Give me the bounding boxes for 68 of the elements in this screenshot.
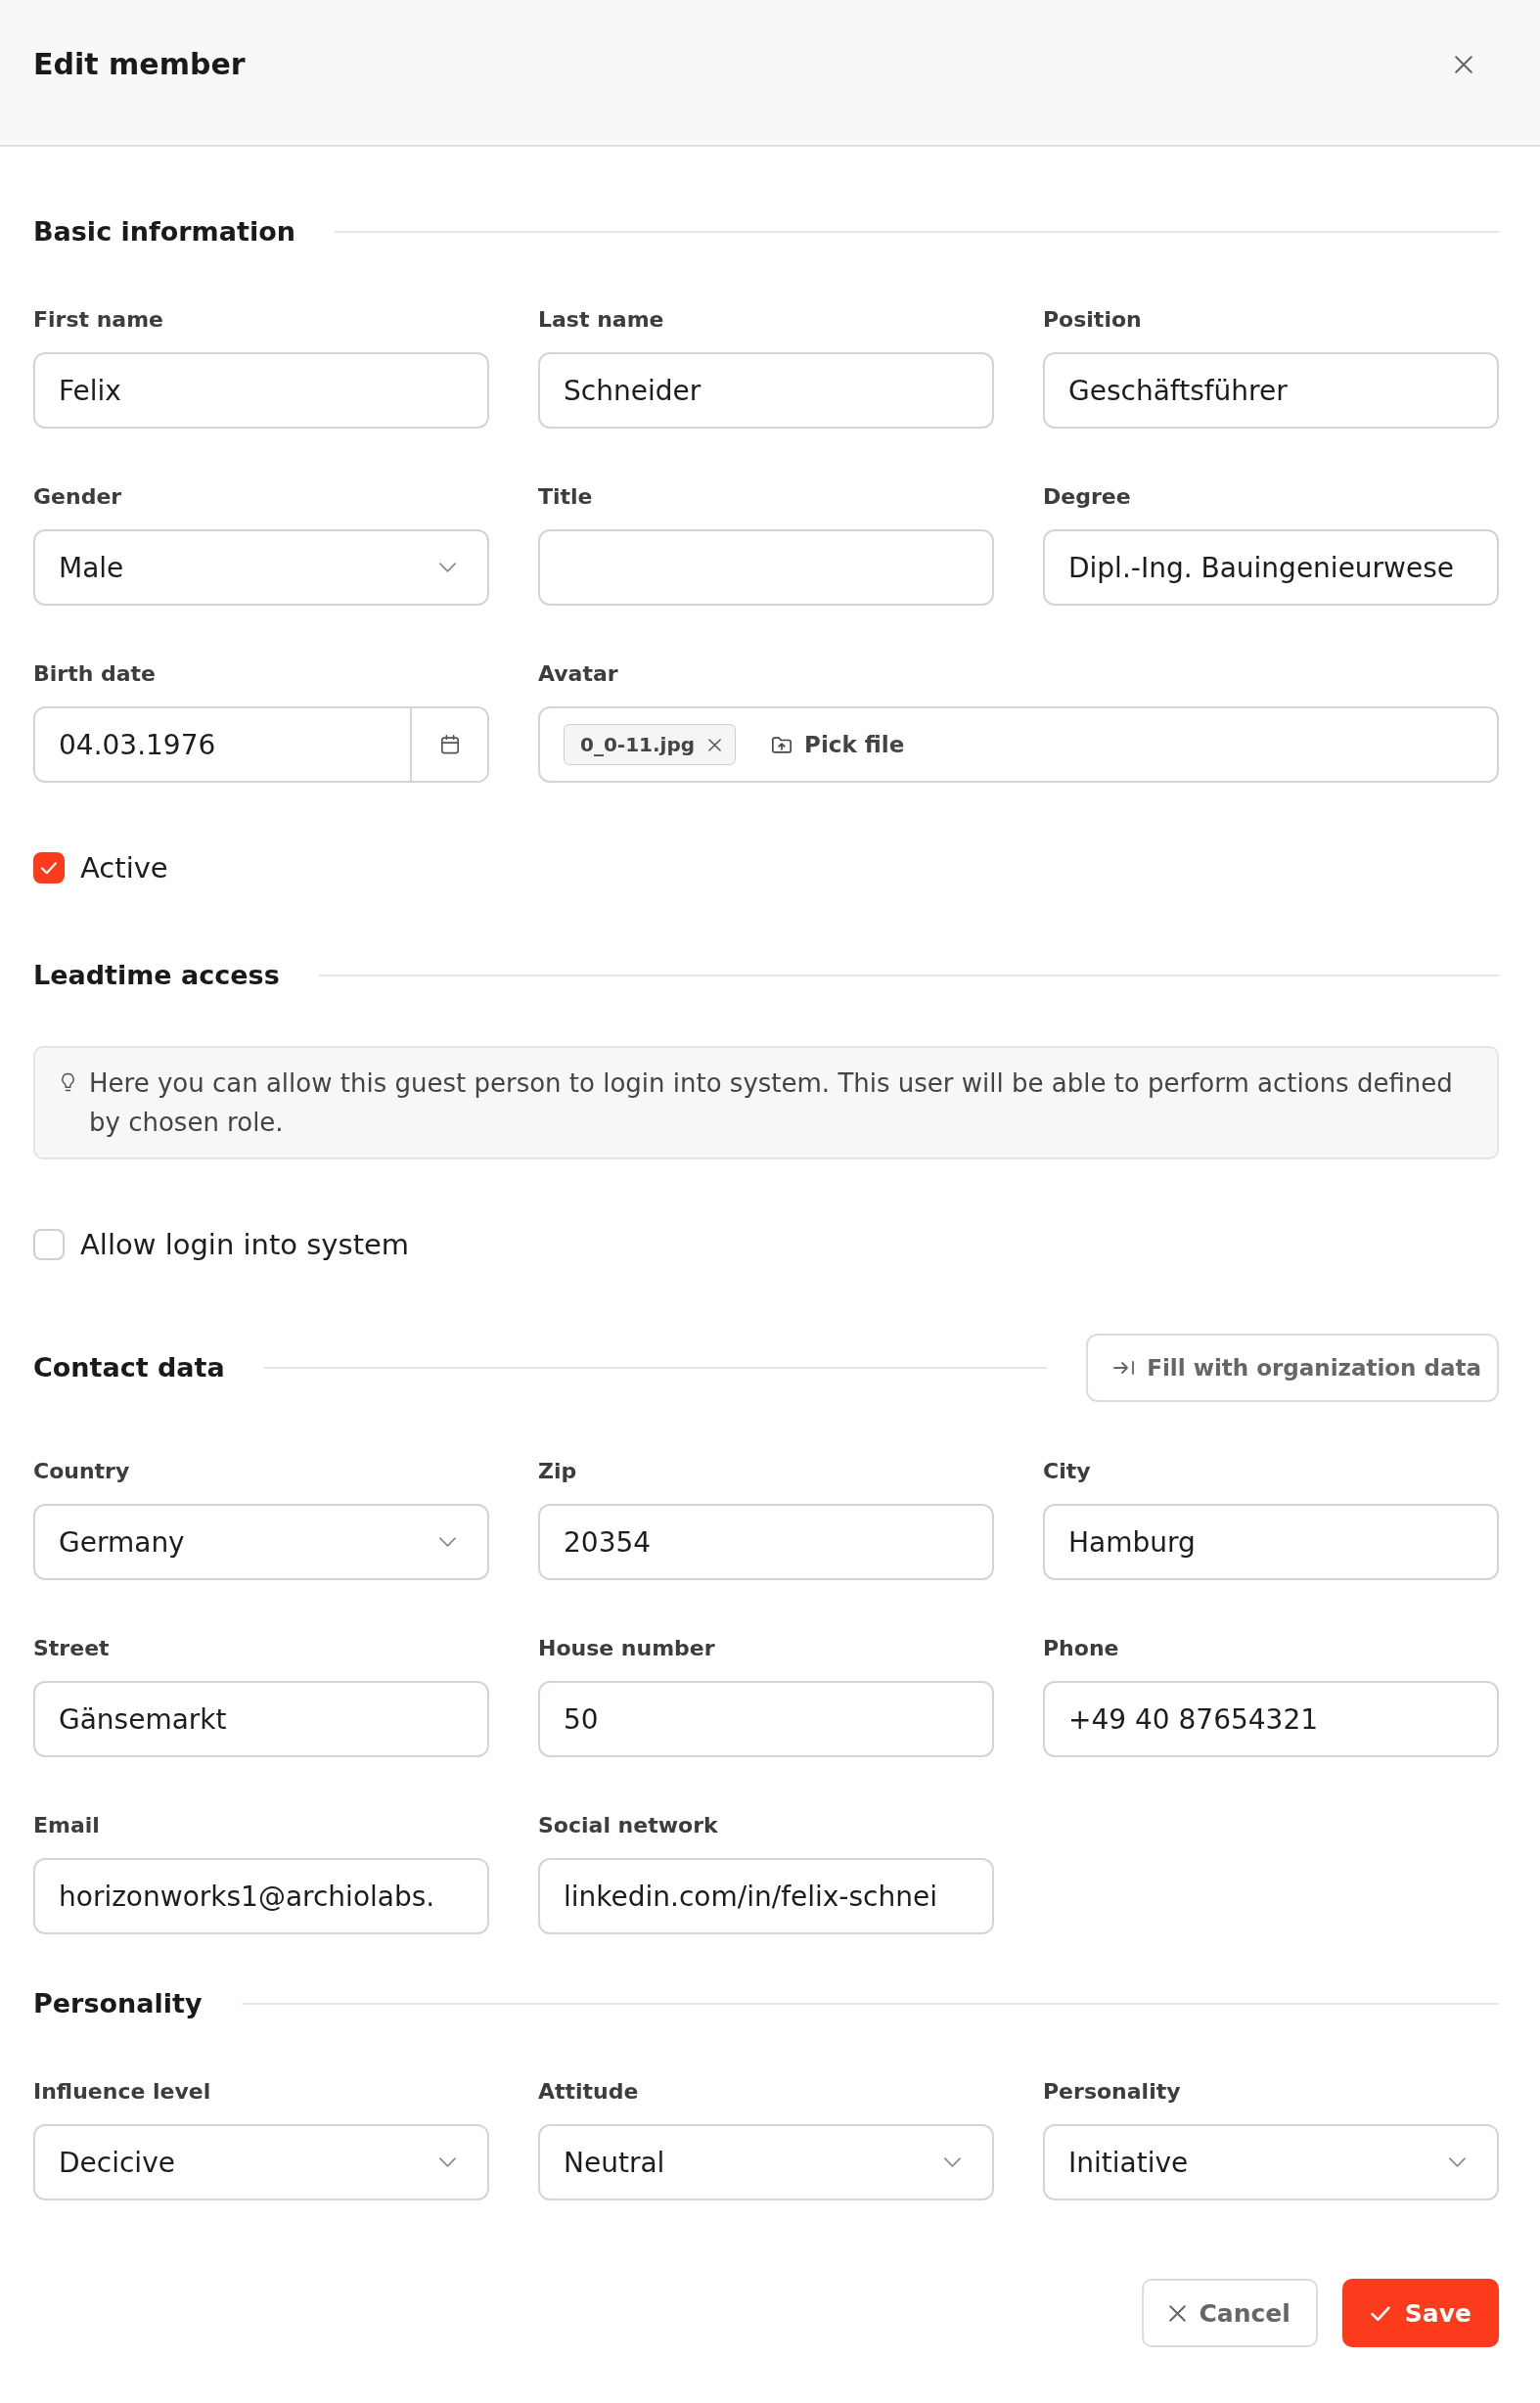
dialog-title: Edit member xyxy=(33,46,246,83)
field-label: First name xyxy=(33,306,165,334)
date-field[interactable]: 04.03.1976 xyxy=(33,706,489,783)
field-label: Position xyxy=(1043,306,1143,334)
field-label: Street xyxy=(33,1635,111,1662)
close-icon[interactable] xyxy=(1455,56,1472,73)
chevron-down-icon xyxy=(1449,2157,1466,2167)
field-label: Title xyxy=(538,483,594,511)
text-field[interactable]: Schneider xyxy=(538,352,994,429)
field-label: Avatar xyxy=(538,660,619,688)
chevron-down-icon xyxy=(439,1537,456,1547)
cancel-button[interactable]: Cancel xyxy=(1141,2279,1318,2347)
field-label: City xyxy=(1043,1458,1092,1485)
field-label: Attitude xyxy=(538,2078,640,2106)
dropdown[interactable]: Decicive xyxy=(33,2124,489,2200)
field-label: House number xyxy=(538,1635,716,1662)
dropdown[interactable]: Initiative xyxy=(1043,2124,1499,2200)
field-label: Last name xyxy=(538,306,665,334)
field-label: Gender xyxy=(33,483,123,511)
arrow-to-line-icon xyxy=(1113,1360,1136,1376)
dropdown[interactable]: Germany xyxy=(33,1504,489,1580)
text-field[interactable]: Dipl.-Ing. Bauingenieurwese xyxy=(1043,529,1499,606)
section-title: Basic information xyxy=(33,215,295,249)
dropdown[interactable]: Neutral xyxy=(538,2124,994,2200)
folder-upload-icon xyxy=(771,735,793,754)
pick-file-button[interactable]: Pick file xyxy=(771,732,905,757)
checkmark-icon xyxy=(40,861,58,875)
field-label: Zip xyxy=(538,1458,578,1485)
field-label: Birth date xyxy=(33,660,158,688)
checkbox[interactable] xyxy=(33,852,65,884)
checkmark-icon xyxy=(1369,2304,1391,2322)
section-title: Contact data xyxy=(33,1351,225,1384)
chevron-down-icon xyxy=(944,2157,961,2167)
checkbox[interactable] xyxy=(33,1229,65,1260)
close-icon[interactable] xyxy=(708,738,722,751)
fill-organization-button[interactable]: Fill with organization data xyxy=(1086,1334,1499,1402)
text-field[interactable] xyxy=(538,529,994,606)
field-label: Personality xyxy=(1043,2078,1182,2106)
text-field[interactable]: linkedin.com/in/felix-schnei xyxy=(538,1858,994,1934)
field-label: Influence level xyxy=(33,2078,212,2106)
file-name: 0_0-11.jpg xyxy=(580,733,696,756)
text-field[interactable]: horizonworks1@archiolabs. xyxy=(33,1858,489,1934)
text-field[interactable]: 50 xyxy=(538,1681,994,1757)
chevron-down-icon xyxy=(439,563,456,572)
file-field[interactable]: 0_0-11.jpg Pick file xyxy=(538,706,1499,783)
field-label: Phone xyxy=(1043,1635,1120,1662)
checkbox-label: Allow login into system xyxy=(80,1227,410,1263)
dropdown[interactable]: Male xyxy=(33,529,489,606)
calendar-button[interactable] xyxy=(410,708,487,781)
text-field[interactable]: Hamburg xyxy=(1043,1504,1499,1580)
field-label: Degree xyxy=(1043,483,1132,511)
close-icon xyxy=(1168,2304,1186,2322)
chevron-down-icon xyxy=(439,2157,456,2167)
text-field[interactable]: Geschäftsführer xyxy=(1043,352,1499,429)
section-title: Leadtime access xyxy=(33,959,280,992)
section-title: Personality xyxy=(33,1987,203,2020)
text-field[interactable]: Felix xyxy=(33,352,489,429)
field-label: Email xyxy=(33,1812,101,1839)
text-field[interactable]: Gänsemarkt xyxy=(33,1681,489,1757)
checkbox-label: Active xyxy=(80,850,168,886)
field-label: Social network xyxy=(538,1812,719,1839)
info-text: Here you can allow this guest person to login into system. This user will be able to perform actions defined by chosen role. xyxy=(89,1067,1454,1139)
calendar-icon xyxy=(439,735,460,754)
lightbulb-icon xyxy=(61,1072,75,1093)
save-button[interactable]: Save xyxy=(1341,2279,1499,2347)
text-field[interactable]: +49 40 87654321 xyxy=(1043,1681,1499,1757)
text-field[interactable]: 20354 xyxy=(538,1504,994,1580)
field-label: Country xyxy=(33,1458,131,1485)
